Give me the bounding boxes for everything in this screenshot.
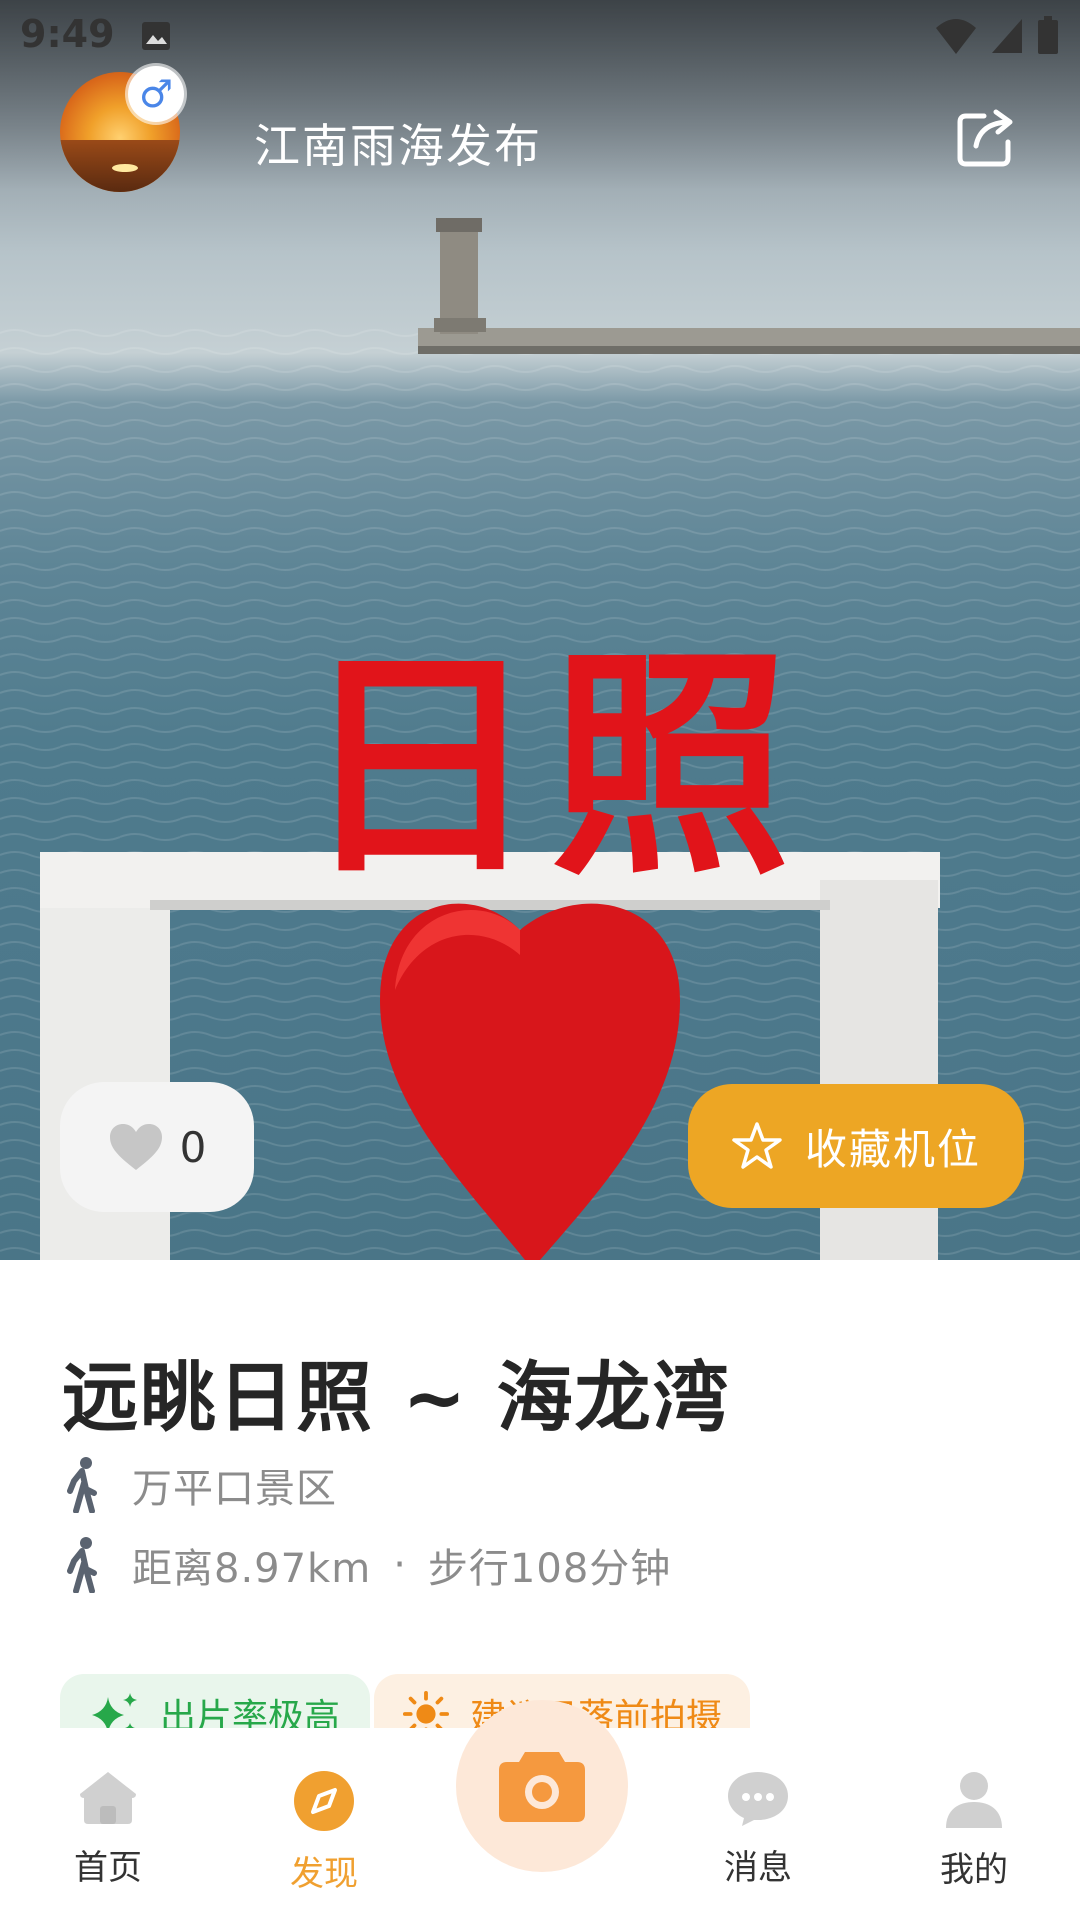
nav-messages-label: 消息: [724, 1848, 792, 1888]
chat-icon: [728, 1772, 788, 1826]
walking-icon: [67, 1537, 97, 1593]
like-count: 0: [179, 1122, 207, 1172]
gender-symbol: ♂: [138, 72, 174, 116]
gender-male-icon: ♂: [128, 66, 184, 122]
spot-title: 远眺日照 ~ 海龙湾: [62, 1353, 731, 1442]
collect-label: 收藏机位: [804, 1124, 981, 1174]
heart-icon: [109, 1124, 162, 1170]
separator-dot: ·: [393, 1542, 406, 1588]
camera-button[interactable]: [456, 1700, 628, 1872]
nav-profile[interactable]: 我的: [894, 1770, 1054, 1910]
nav-discover[interactable]: 发现: [244, 1770, 404, 1910]
sign-text: 日照: [300, 625, 800, 907]
like-button[interactable]: 0: [60, 1082, 254, 1212]
walking-icon: [67, 1457, 97, 1513]
area-row: 万平口景区: [62, 1456, 337, 1514]
signal-icon: [992, 19, 1022, 53]
nav-profile-label: 我的: [940, 1850, 1008, 1890]
camera-icon: [499, 1752, 585, 1822]
avatar-sun: [112, 164, 138, 172]
nav-discover-label: 发现: [290, 1854, 358, 1894]
home-icon: [80, 1772, 136, 1824]
nav-home-label: 首页: [74, 1848, 142, 1888]
image-notification-icon: [142, 22, 170, 50]
walk-time-text: 步行108分钟: [427, 1546, 672, 1592]
distance-row: 距离8.97km · 步行108分钟: [62, 1536, 671, 1594]
distance-text: 距离8.97km: [132, 1546, 372, 1592]
status-time: 9:49: [20, 12, 115, 56]
spot-info: 远眺日照 ~ 海龙湾 万平口景区 距离8.97km · 步行108分钟 出片率极…: [0, 1260, 1080, 1740]
nav-home[interactable]: 首页: [28, 1770, 188, 1910]
share-icon[interactable]: [954, 106, 1018, 170]
star-icon: [732, 1122, 782, 1169]
status-bar: 9:49: [0, 0, 1080, 72]
nav-messages[interactable]: 消息: [678, 1770, 838, 1910]
area-name[interactable]: 万平口景区: [132, 1456, 337, 1514]
wifi-icon: [936, 19, 976, 54]
author-name[interactable]: 江南雨海发布: [254, 110, 542, 176]
collect-spot-button[interactable]: 收藏机位: [688, 1084, 1024, 1208]
battery-icon: [1038, 16, 1058, 54]
user-icon: [946, 1772, 1002, 1828]
compass-icon: [294, 1771, 354, 1831]
